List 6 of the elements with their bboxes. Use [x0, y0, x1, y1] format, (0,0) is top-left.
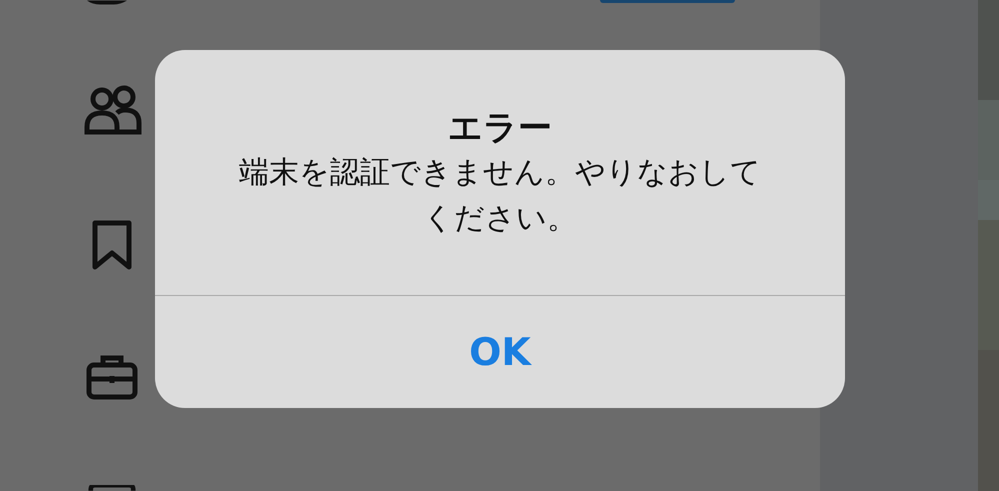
dialog-title: エラー — [448, 107, 552, 150]
dialog-message: 端末を認証できません。やりなおしてください。 — [238, 154, 762, 238]
bookmark-icon[interactable] — [92, 220, 132, 270]
ok-button[interactable]: OK — [155, 296, 845, 408]
briefcase-icon[interactable] — [86, 354, 138, 400]
people-icon[interactable] — [84, 85, 142, 135]
